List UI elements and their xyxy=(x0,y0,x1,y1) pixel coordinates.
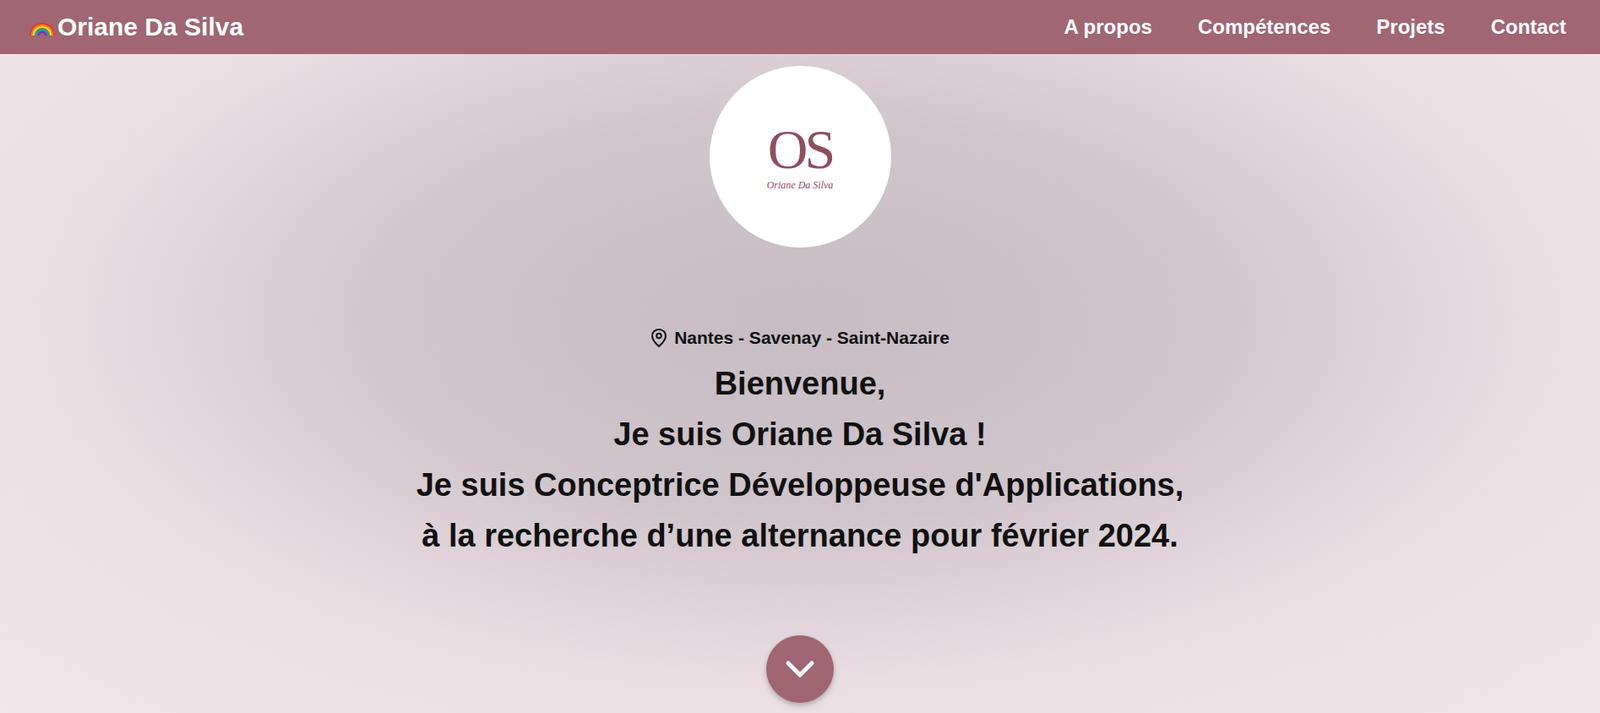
chevron-down-icon xyxy=(783,658,817,681)
logo: OSOriane Da Silva xyxy=(709,65,892,248)
logo-monogram: OS xyxy=(767,121,833,178)
nav-link[interactable]: Compétences xyxy=(1197,15,1331,39)
nav-links: A propos Compétences Projets Contact xyxy=(1063,15,1567,39)
nav-item: Projets xyxy=(1376,15,1445,39)
location: Nantes - Savenay - Saint-Nazaire xyxy=(650,327,950,349)
hero-line: Bienvenue, xyxy=(714,358,887,409)
nav-link[interactable]: Projets xyxy=(1376,15,1445,39)
hero-text: Bienvenue,Je suis Oriane Da Silva !Je su… xyxy=(416,358,1185,561)
scroll-down-button[interactable] xyxy=(766,635,834,703)
location-text: Nantes - Savenay - Saint-Nazaire xyxy=(674,327,950,349)
hero-line: Je suis Oriane Da Silva ! xyxy=(613,408,986,460)
logo-signature: Oriane Da Silva xyxy=(767,179,834,192)
brand-name: Oriane Da Silva xyxy=(57,12,244,42)
location-pin-icon xyxy=(650,327,668,349)
nav-item: A propos xyxy=(1063,15,1152,39)
nav-link[interactable]: A propos xyxy=(1063,15,1152,39)
hero-line: à la recherche d’une alternance pour fév… xyxy=(421,510,1179,561)
page: Oriane Da Silva A propos Compétences Projet… xyxy=(0,0,1600,713)
hero: OSOriane Da Silva Nantes - Savenay - Sain… xyxy=(0,54,1600,713)
rainbow-icon xyxy=(28,16,56,38)
navbar: Oriane Da Silva A propos Compétences Projet… xyxy=(0,0,1600,55)
nav-link[interactable]: Contact xyxy=(1491,15,1567,39)
brand[interactable]: Oriane Da Silva xyxy=(28,12,244,42)
hero-line: Je suis Conceptrice Développeuse d'Appli… xyxy=(416,459,1185,511)
nav-item: Contact xyxy=(1491,15,1567,39)
nav-item: Compétences xyxy=(1197,15,1331,39)
